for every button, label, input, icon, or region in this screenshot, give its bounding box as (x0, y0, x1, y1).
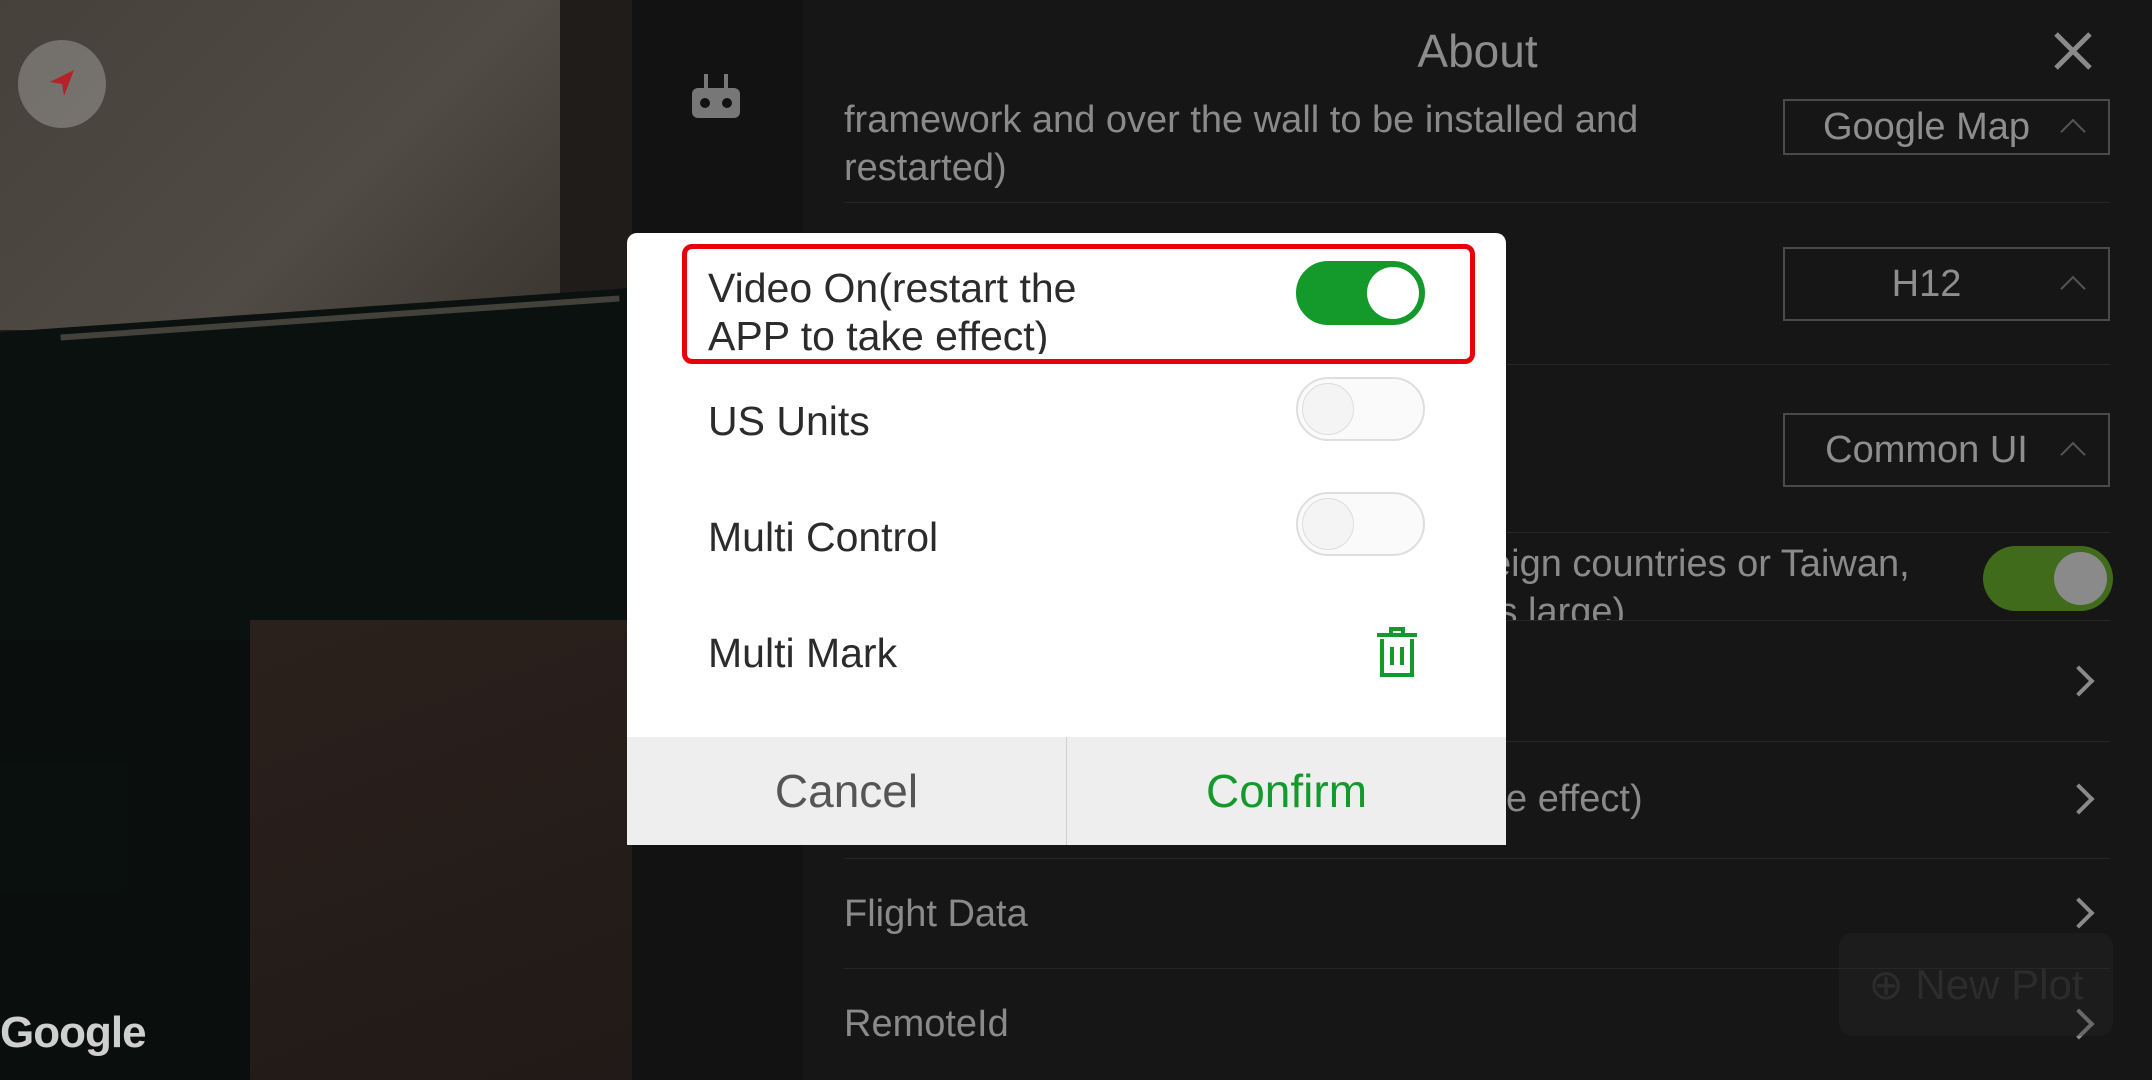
us-units-label: US Units (708, 398, 870, 444)
ui-mode-dropdown[interactable]: Common UI (1783, 413, 2110, 487)
map-dim-overlay (0, 0, 632, 1080)
map-view[interactable] (0, 0, 632, 1080)
background-toggle[interactable] (1983, 546, 2113, 611)
setting-description: eign countries or Taiwan, is large) (1490, 540, 1910, 620)
remote-controller-icon[interactable] (690, 72, 742, 122)
setting-text: e effect) (1506, 778, 1643, 820)
google-attribution: Google (0, 1008, 147, 1057)
chevron-up-icon (2060, 118, 2086, 145)
divider (844, 858, 2110, 859)
dropdown-value: Common UI (1825, 428, 2028, 471)
highlight-box (682, 244, 1475, 364)
compass-arrow-icon (50, 70, 74, 96)
plus-circle-icon: ⊕ (1868, 961, 1916, 1008)
remote-model-dropdown[interactable]: H12 (1783, 247, 2110, 321)
new-plot-label: New Plot (1915, 960, 2084, 1008)
dropdown-value: Google Map (1822, 105, 2030, 148)
toggle-knob (1302, 383, 1354, 435)
compass-button[interactable] (18, 40, 106, 128)
toggle-knob (1302, 498, 1354, 550)
us-units-toggle[interactable] (1296, 377, 1425, 441)
setting-text: is large) (1490, 591, 1626, 620)
divider (844, 202, 2110, 203)
setting-description: framework and over the wall to be instal… (844, 96, 1638, 192)
map-type-dropdown[interactable]: Google Map (1783, 99, 2110, 155)
dropdown-value: H12 (1891, 262, 1962, 305)
trash-icon[interactable] (1374, 625, 1420, 680)
confirm-button[interactable]: Confirm (1067, 737, 1506, 845)
cancel-button[interactable]: Cancel (627, 737, 1067, 845)
flight-data-item[interactable]: Flight Data (844, 890, 1028, 938)
new-plot-button: ⊕ New Plot (1839, 933, 2113, 1036)
multi-control-toggle[interactable] (1296, 492, 1425, 556)
dialog-actions: Cancel Confirm (627, 737, 1506, 845)
setting-text: framework and over the wall to be instal… (844, 99, 1639, 141)
multi-control-label: Multi Control (708, 514, 939, 560)
setting-text: eign countries or Taiwan, (1490, 543, 1910, 585)
close-icon[interactable] (2048, 26, 2098, 76)
setting-text: restarted) (844, 147, 1007, 189)
remoteid-item[interactable]: RemoteId (844, 1000, 1009, 1048)
multi-mark-label: Multi Mark (708, 630, 898, 676)
panel-title: About (1417, 25, 1538, 77)
chevron-up-icon (2060, 441, 2086, 468)
chevron-up-icon (2060, 275, 2086, 302)
